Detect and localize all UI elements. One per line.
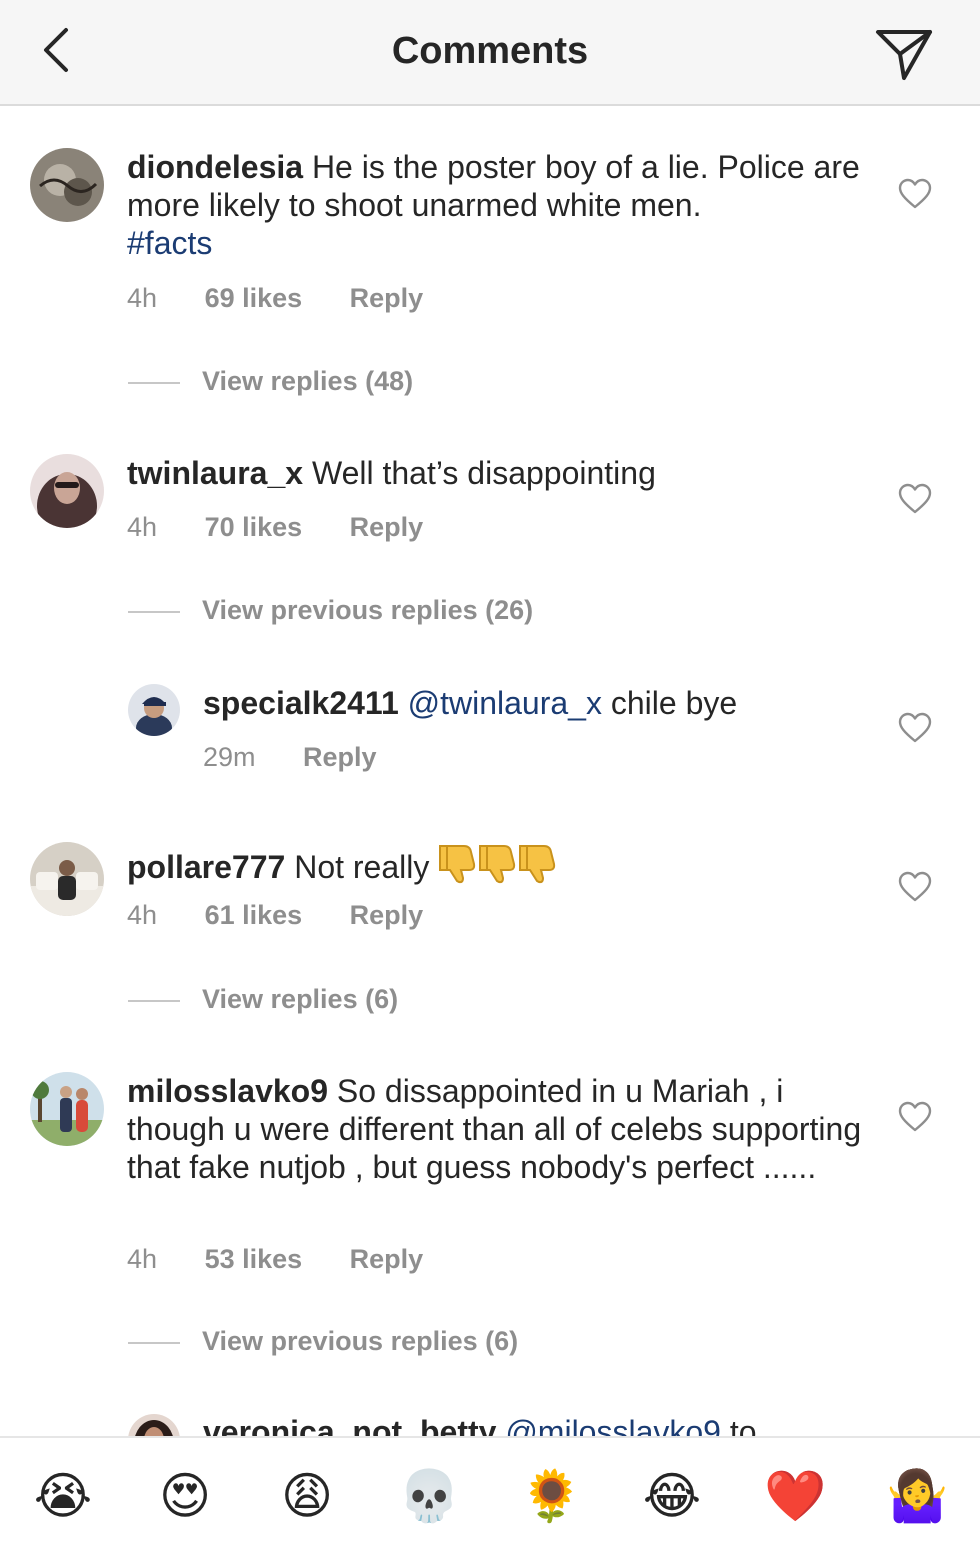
view-replies-link[interactable]: View replies (6) (128, 984, 398, 1024)
divider (128, 1341, 180, 1344)
comment-meta: 4h 53 likes Reply (127, 1244, 463, 1275)
comment-meta: 4h 69 likes Reply (127, 283, 463, 314)
avatar[interactable] (128, 684, 180, 736)
view-previous-replies-link[interactable]: View previous replies (6) (128, 1326, 518, 1366)
timestamp: 4h (127, 900, 158, 930)
comment-body: chile bye (610, 685, 738, 721)
red-heart-icon[interactable]: ❤️ (764, 1466, 826, 1526)
person-shrugging-icon[interactable]: 🤷‍♀️ (886, 1466, 948, 1526)
loudly-crying-face-icon[interactable]: 😭 (33, 1466, 93, 1526)
comment-text: milosslavko9 So dissappointed in u Maria… (127, 1072, 867, 1186)
divider (128, 610, 180, 613)
mention-link[interactable]: @milosslavko9 (505, 1414, 721, 1436)
comment-text: twinlaura_x Well that’s disappointing (127, 454, 867, 492)
username[interactable]: diondelesia (127, 149, 303, 185)
avatar[interactable] (128, 1414, 180, 1436)
like-heart-icon[interactable] (898, 178, 932, 210)
username[interactable]: pollare777 (127, 849, 285, 885)
reply-button[interactable]: Reply (350, 512, 424, 543)
comment-body: to (729, 1414, 757, 1436)
reply-text: specialk2411 @twinlaura_x chile bye (203, 684, 863, 722)
likes-count[interactable]: 70 likes (205, 512, 303, 543)
view-previous-replies-link[interactable]: View previous replies (26) (128, 595, 533, 635)
header-bar: Comments (0, 0, 980, 106)
likes-count[interactable]: 53 likes (205, 1244, 303, 1275)
comment-body: Well that’s disappointing (311, 455, 656, 491)
divider (128, 999, 180, 1002)
comment-meta: 4h 61 likes Reply (127, 900, 463, 931)
reply-text: veronica_not_betty @milosslavko9 to (203, 1413, 863, 1436)
likes-count[interactable]: 69 likes (205, 283, 303, 314)
tears-of-joy-face-icon[interactable]: 😂 (642, 1466, 702, 1526)
comments-list[interactable]: diondelesia He is the poster boy of a li… (0, 108, 980, 1436)
skull-icon[interactable]: 💀 (398, 1466, 460, 1526)
timestamp: 4h (127, 512, 158, 542)
page-title: Comments (391, 30, 589, 72)
avatar[interactable] (30, 454, 104, 528)
like-heart-icon[interactable] (898, 871, 932, 903)
like-heart-icon[interactable] (898, 1101, 932, 1133)
share-button[interactable] (872, 24, 936, 84)
timestamp: 4h (127, 283, 158, 313)
divider (128, 381, 180, 384)
paper-plane-icon (876, 30, 932, 80)
username[interactable]: milosslavko9 (127, 1073, 328, 1109)
reply-button[interactable]: Reply (350, 900, 424, 931)
hashtag-link[interactable]: #facts (127, 225, 212, 261)
mention-link[interactable]: @twinlaura_x (408, 685, 602, 721)
heart-eyes-face-icon[interactable]: 😍 (155, 1466, 215, 1526)
username[interactable]: specialk2411 (203, 685, 399, 721)
timestamp: 29m (203, 742, 256, 772)
avatar[interactable] (30, 1072, 104, 1146)
avatar[interactable] (30, 148, 104, 222)
reply-button[interactable]: Reply (303, 742, 377, 773)
thumbs-down-icon (518, 842, 558, 892)
comment-body: Not really (294, 849, 430, 885)
like-heart-icon[interactable] (898, 712, 932, 744)
comment-meta: 29m Reply (203, 742, 417, 773)
thumbs-down-icon (478, 842, 518, 892)
comment-meta: 4h 70 likes Reply (127, 512, 463, 543)
weary-face-icon[interactable]: 😩 (277, 1466, 337, 1526)
reply-button[interactable]: Reply (350, 1244, 424, 1275)
username[interactable]: veronica_not_betty (203, 1414, 496, 1436)
thumbs-down-icon (438, 842, 478, 892)
like-heart-icon[interactable] (898, 483, 932, 515)
username[interactable]: twinlaura_x (127, 455, 303, 491)
comment-text: diondelesia He is the poster boy of a li… (127, 148, 867, 262)
view-replies-link[interactable]: View replies (48) (128, 366, 413, 406)
likes-count[interactable]: 61 likes (205, 900, 303, 931)
comment-text: pollare777 Not really (127, 842, 867, 892)
avatar[interactable] (30, 842, 104, 916)
sunflower-icon[interactable]: 🌻 (520, 1466, 582, 1526)
emoji-bar: 😭 😍 😩 💀 🌻 😂 ❤️ 🤷‍♀️ (0, 1436, 980, 1541)
timestamp: 4h (127, 1244, 158, 1274)
reply-button[interactable]: Reply (350, 283, 424, 314)
